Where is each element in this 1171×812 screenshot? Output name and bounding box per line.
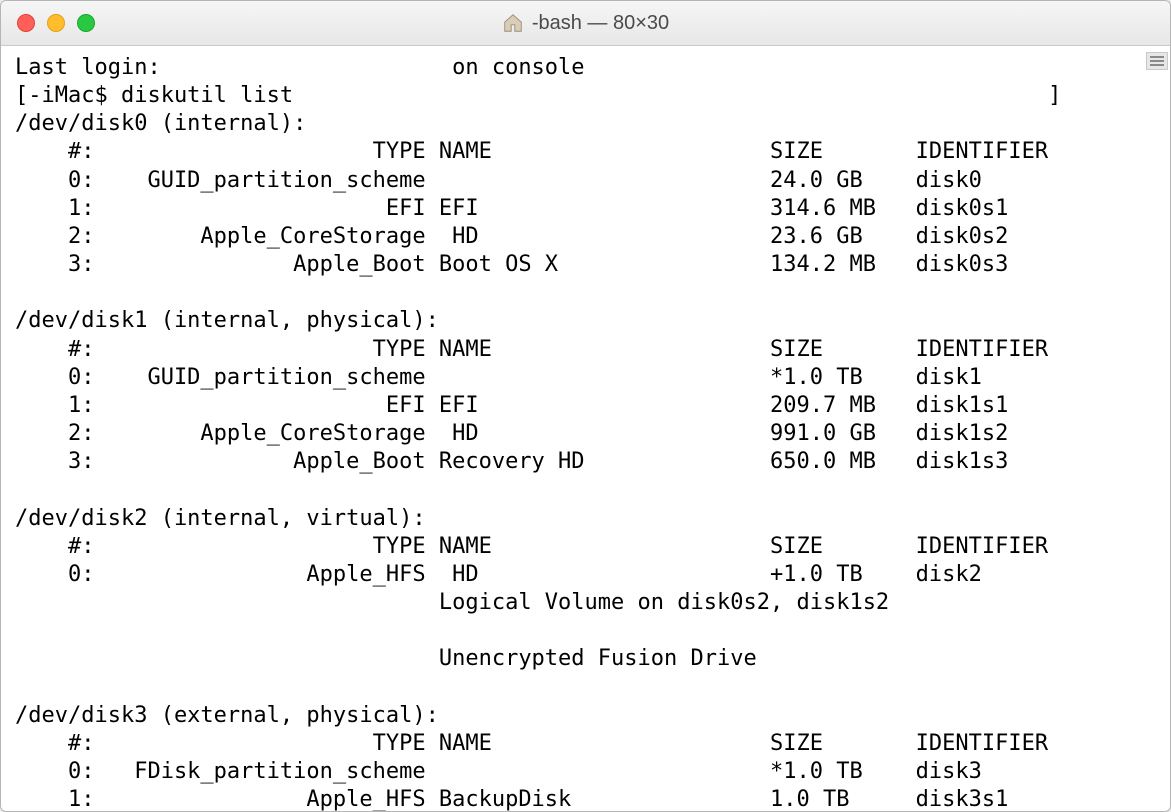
minimize-button[interactable] <box>47 14 65 32</box>
terminal-window: -bash — 80×30 Last login: on console [-i… <box>0 0 1171 812</box>
home-icon <box>502 12 524 34</box>
terminal-output[interactable]: Last login: on console [-iMac$ diskutil … <box>15 54 1156 812</box>
titlebar[interactable]: -bash — 80×30 <box>1 1 1170 46</box>
window-title-text: -bash — 80×30 <box>532 12 669 35</box>
traffic-lights <box>1 14 95 32</box>
window-title: -bash — 80×30 <box>1 12 1170 35</box>
close-button[interactable] <box>17 14 35 32</box>
zoom-button[interactable] <box>77 14 95 32</box>
hamburger-icon[interactable] <box>1146 52 1168 70</box>
terminal-content[interactable]: Last login: on console [-iMac$ diskutil … <box>1 46 1170 812</box>
